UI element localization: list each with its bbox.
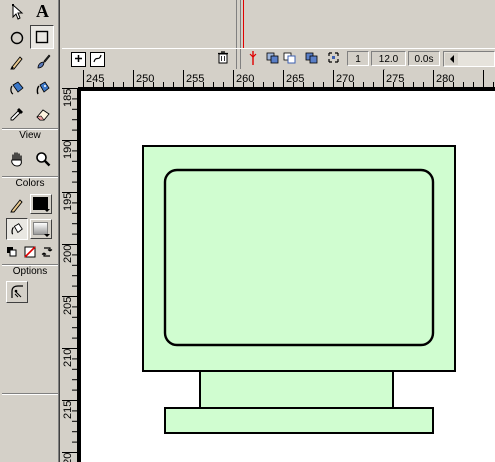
ink-bottle-icon — [9, 80, 25, 96]
zoom-tool[interactable] — [31, 147, 54, 170]
black-white-button[interactable] — [4, 244, 20, 260]
ruler-label: 210 — [62, 348, 74, 367]
plus-icon — [74, 54, 83, 66]
rectangle-icon — [34, 29, 50, 45]
dropdown-arrow-icon — [44, 234, 50, 237]
round-corner-icon — [9, 284, 25, 300]
trash-icon — [217, 51, 229, 67]
swap-colors-icon — [41, 246, 53, 258]
oval-icon — [9, 30, 25, 46]
fill-color-tool[interactable] — [6, 218, 28, 240]
swap-colors-button[interactable] — [39, 244, 55, 260]
monitor-drawing[interactable] — [78, 88, 495, 462]
timeline-layers-divider — [236, 0, 241, 48]
oval-tool[interactable] — [5, 26, 28, 49]
text-icon: A — [36, 1, 49, 21]
options-section-label: Options — [2, 264, 58, 279]
horizontal-ruler: 245 250 255 260 265 270 275 280 — [78, 70, 495, 88]
view-section-label: View — [2, 128, 58, 143]
guide-layer-icon — [93, 54, 102, 66]
timeline-frames[interactable] — [62, 0, 495, 48]
monitor-screen[interactable] — [163, 168, 435, 347]
ruler-label: 255 — [186, 73, 205, 85]
insert-layer-button[interactable] — [71, 52, 86, 67]
onion-skin-button[interactable] — [266, 52, 280, 66]
multiple-frames-icon — [305, 52, 319, 67]
eraser-tool[interactable] — [31, 102, 54, 125]
playhead-line — [243, 0, 244, 48]
center-frame-button[interactable] — [246, 50, 260, 68]
paint-bucket-icon — [10, 222, 24, 236]
ink-bottle-tool[interactable] — [5, 76, 28, 99]
monitor-neck[interactable] — [199, 370, 394, 409]
ruler-label: 275 — [386, 73, 405, 85]
stroke-color-tool — [5, 193, 28, 216]
timeline-horizontal-scrollbar[interactable] — [443, 51, 495, 67]
dropdown-arrow-icon — [44, 209, 50, 212]
ruler-label: 260 — [236, 73, 255, 85]
stroke-color-swatch[interactable] — [30, 194, 52, 214]
subselect-tool[interactable] — [5, 0, 28, 23]
pencil-tool[interactable] — [5, 50, 28, 73]
eraser-icon — [35, 106, 51, 122]
onion-outline-icon — [283, 52, 297, 67]
text-tool[interactable]: A — [31, 0, 54, 23]
no-color-button[interactable] — [22, 244, 38, 260]
edit-multiple-frames-button[interactable] — [305, 52, 319, 66]
stage-canvas[interactable] — [78, 88, 495, 462]
brush-icon — [35, 54, 51, 70]
tools-panel: A View Colors Options — [0, 0, 60, 462]
paint-bucket-tool[interactable] — [31, 76, 54, 99]
onion-markers-icon — [327, 51, 340, 67]
scroll-left-arrow-icon[interactable] — [445, 53, 458, 65]
hand-tool[interactable] — [5, 147, 28, 170]
ruler-label: 185 — [62, 88, 74, 107]
eyedropper-tool[interactable] — [5, 102, 28, 125]
pencil-icon — [9, 197, 25, 213]
eyedropper-icon — [9, 106, 25, 122]
ruler-label: 220 — [62, 452, 74, 462]
no-color-icon — [24, 246, 36, 258]
rectangle-tool[interactable] — [30, 25, 54, 49]
monitor-base[interactable] — [164, 407, 434, 434]
ruler-label: 200 — [62, 244, 74, 263]
add-guide-layer-button[interactable] — [90, 52, 105, 67]
vertical-ruler: 185 190 195 200 205 210 215 220 — [62, 88, 78, 462]
ruler-label: 215 — [62, 400, 74, 419]
delete-layer-button[interactable] — [216, 51, 230, 67]
subselect-arrow-icon — [9, 3, 25, 20]
ruler-label: 205 — [62, 296, 74, 315]
ruler-label: 280 — [436, 73, 455, 85]
ruler-label: 245 — [86, 73, 105, 85]
paint-bucket-icon — [35, 80, 51, 96]
round-rectangle-radius-button[interactable] — [6, 281, 28, 303]
ruler-corner — [62, 70, 78, 88]
ruler-label: 265 — [286, 73, 305, 85]
elapsed-time-field: 0.0s — [408, 51, 440, 66]
ruler-label: 190 — [62, 140, 74, 159]
frame-rate-field[interactable]: 12.0 fps — [371, 51, 406, 80]
toolbox-bottom-divider — [2, 393, 58, 395]
hand-icon — [9, 151, 25, 167]
magnifier-icon — [35, 151, 51, 167]
onion-skin-outlines-button[interactable] — [283, 52, 297, 66]
ruler-label: 270 — [336, 73, 355, 85]
playhead-icon — [248, 50, 258, 68]
modify-onion-markers-button[interactable] — [326, 52, 340, 66]
status-divider — [236, 49, 241, 69]
brush-tool[interactable] — [31, 50, 54, 73]
ruler-label: 250 — [136, 73, 155, 85]
colors-section-label: Colors — [2, 176, 58, 191]
pencil-icon — [9, 54, 25, 70]
ruler-label: 195 — [62, 192, 74, 211]
black-white-icon — [6, 246, 18, 258]
onion-skin-icon — [266, 52, 280, 67]
fill-color-swatch[interactable] — [30, 219, 52, 239]
current-frame-field: 1 — [347, 51, 369, 66]
timeline-status-bar: 1 12.0 fps 0.0s — [62, 48, 495, 80]
